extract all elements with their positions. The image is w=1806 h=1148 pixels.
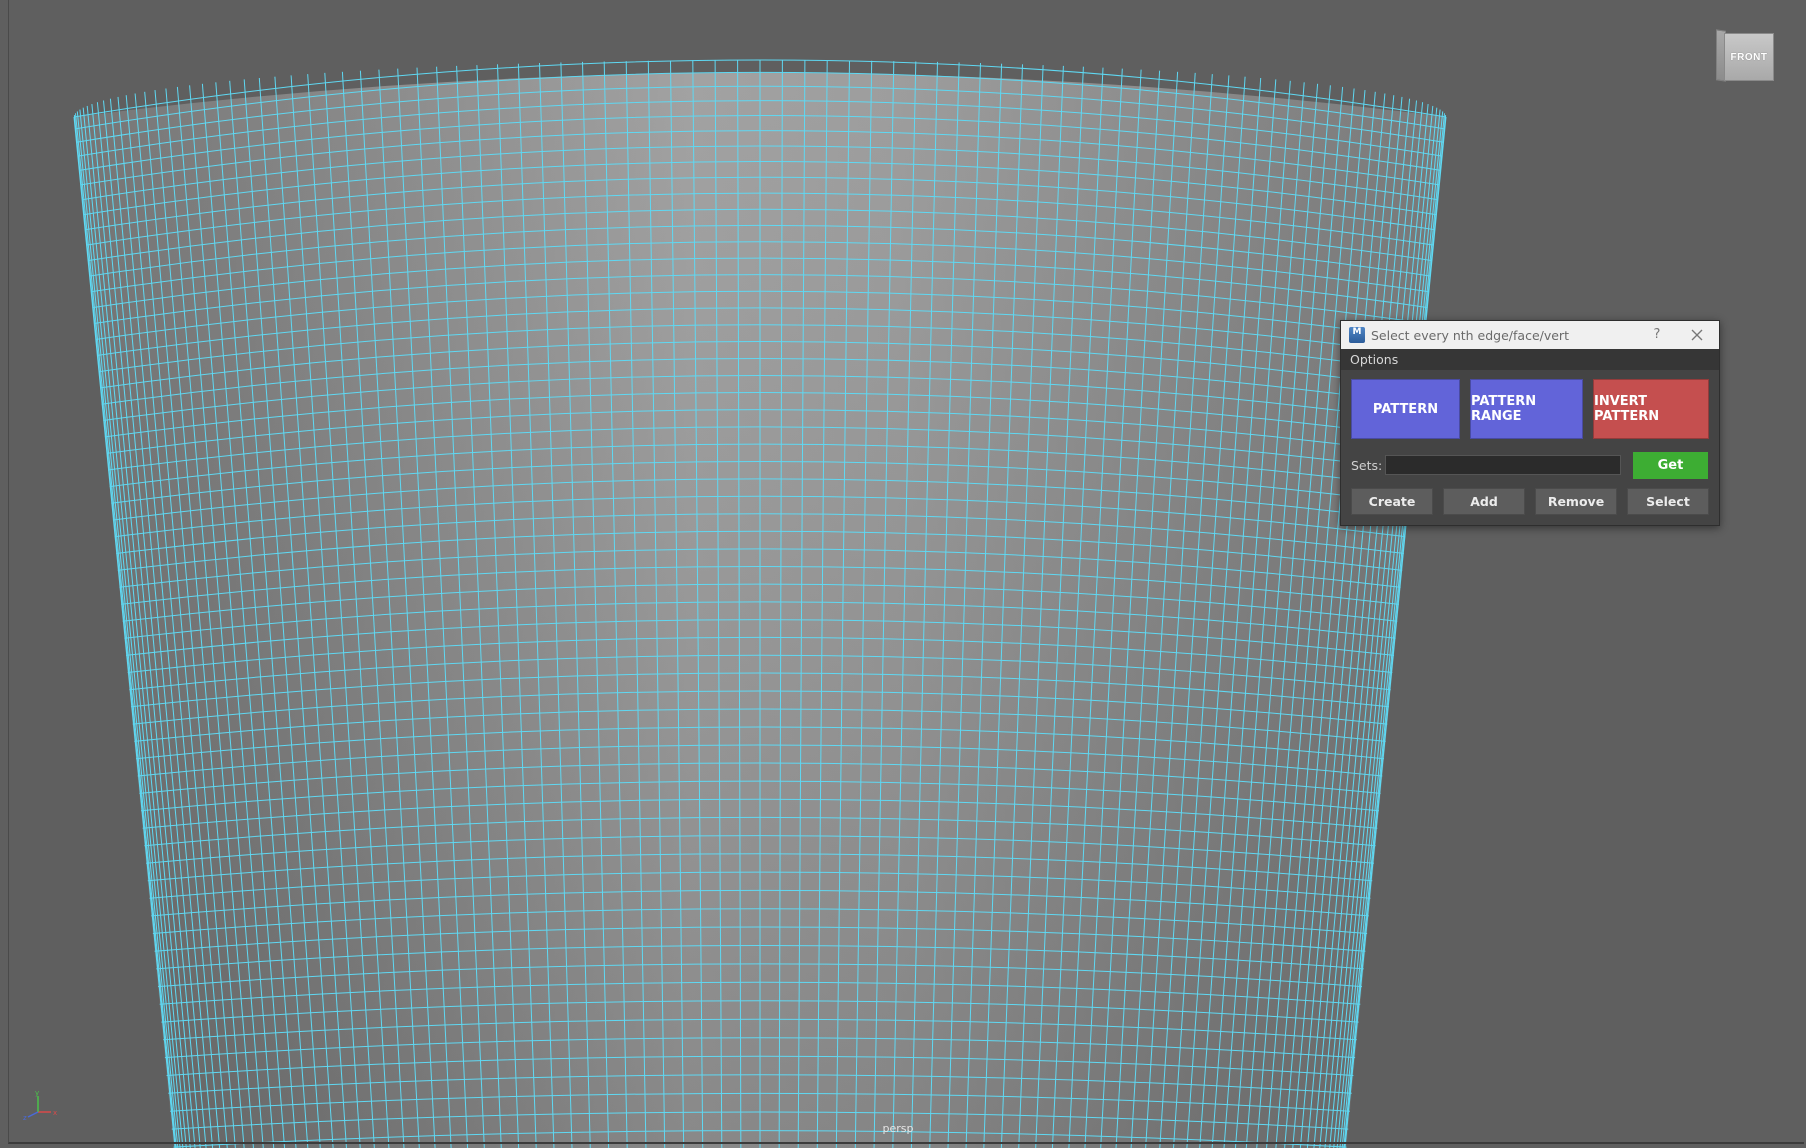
window-title: Select every nth edge/face/vert (1371, 327, 1569, 343)
create-button[interactable]: Create (1351, 488, 1433, 515)
svg-text:z: z (23, 1114, 27, 1120)
svg-text:y: y (35, 1090, 39, 1097)
select-nth-tool-window[interactable]: M Select every nth edge/face/vert ? Opti… (1340, 320, 1720, 526)
axis-gizmo-icon: x y z (23, 1090, 57, 1120)
window-title-bar[interactable]: M Select every nth edge/face/vert ? (1341, 321, 1719, 349)
maya-app-icon: M (1349, 327, 1365, 343)
sets-label: Sets: (1351, 458, 1383, 473)
pattern-range-button[interactable]: PATTERN RANGE (1470, 379, 1583, 439)
help-button[interactable]: ? (1647, 325, 1667, 345)
select-button[interactable]: Select (1627, 488, 1709, 515)
pattern-button[interactable]: PATTERN (1351, 379, 1460, 439)
view-cube[interactable]: FRONT (1716, 29, 1776, 84)
get-button[interactable]: Get (1633, 452, 1708, 479)
menu-bar: Options (1341, 349, 1719, 370)
view-cube-front-face[interactable]: FRONT (1724, 33, 1774, 81)
invert-pattern-button[interactable]: INVERT PATTERN (1593, 379, 1709, 439)
add-button[interactable]: Add (1443, 488, 1525, 515)
remove-button[interactable]: Remove (1535, 488, 1617, 515)
menu-item-options[interactable]: Options (1350, 352, 1398, 367)
cylinder-wireframe-mesh[interactable] (0, 0, 1806, 1148)
sets-input[interactable] (1385, 455, 1621, 475)
close-icon[interactable] (1687, 325, 1707, 345)
3d-viewport[interactable]: FRONT x y z persp (0, 0, 1806, 1148)
camera-name-label: persp (882, 1122, 914, 1135)
svg-text:x: x (53, 1109, 57, 1117)
